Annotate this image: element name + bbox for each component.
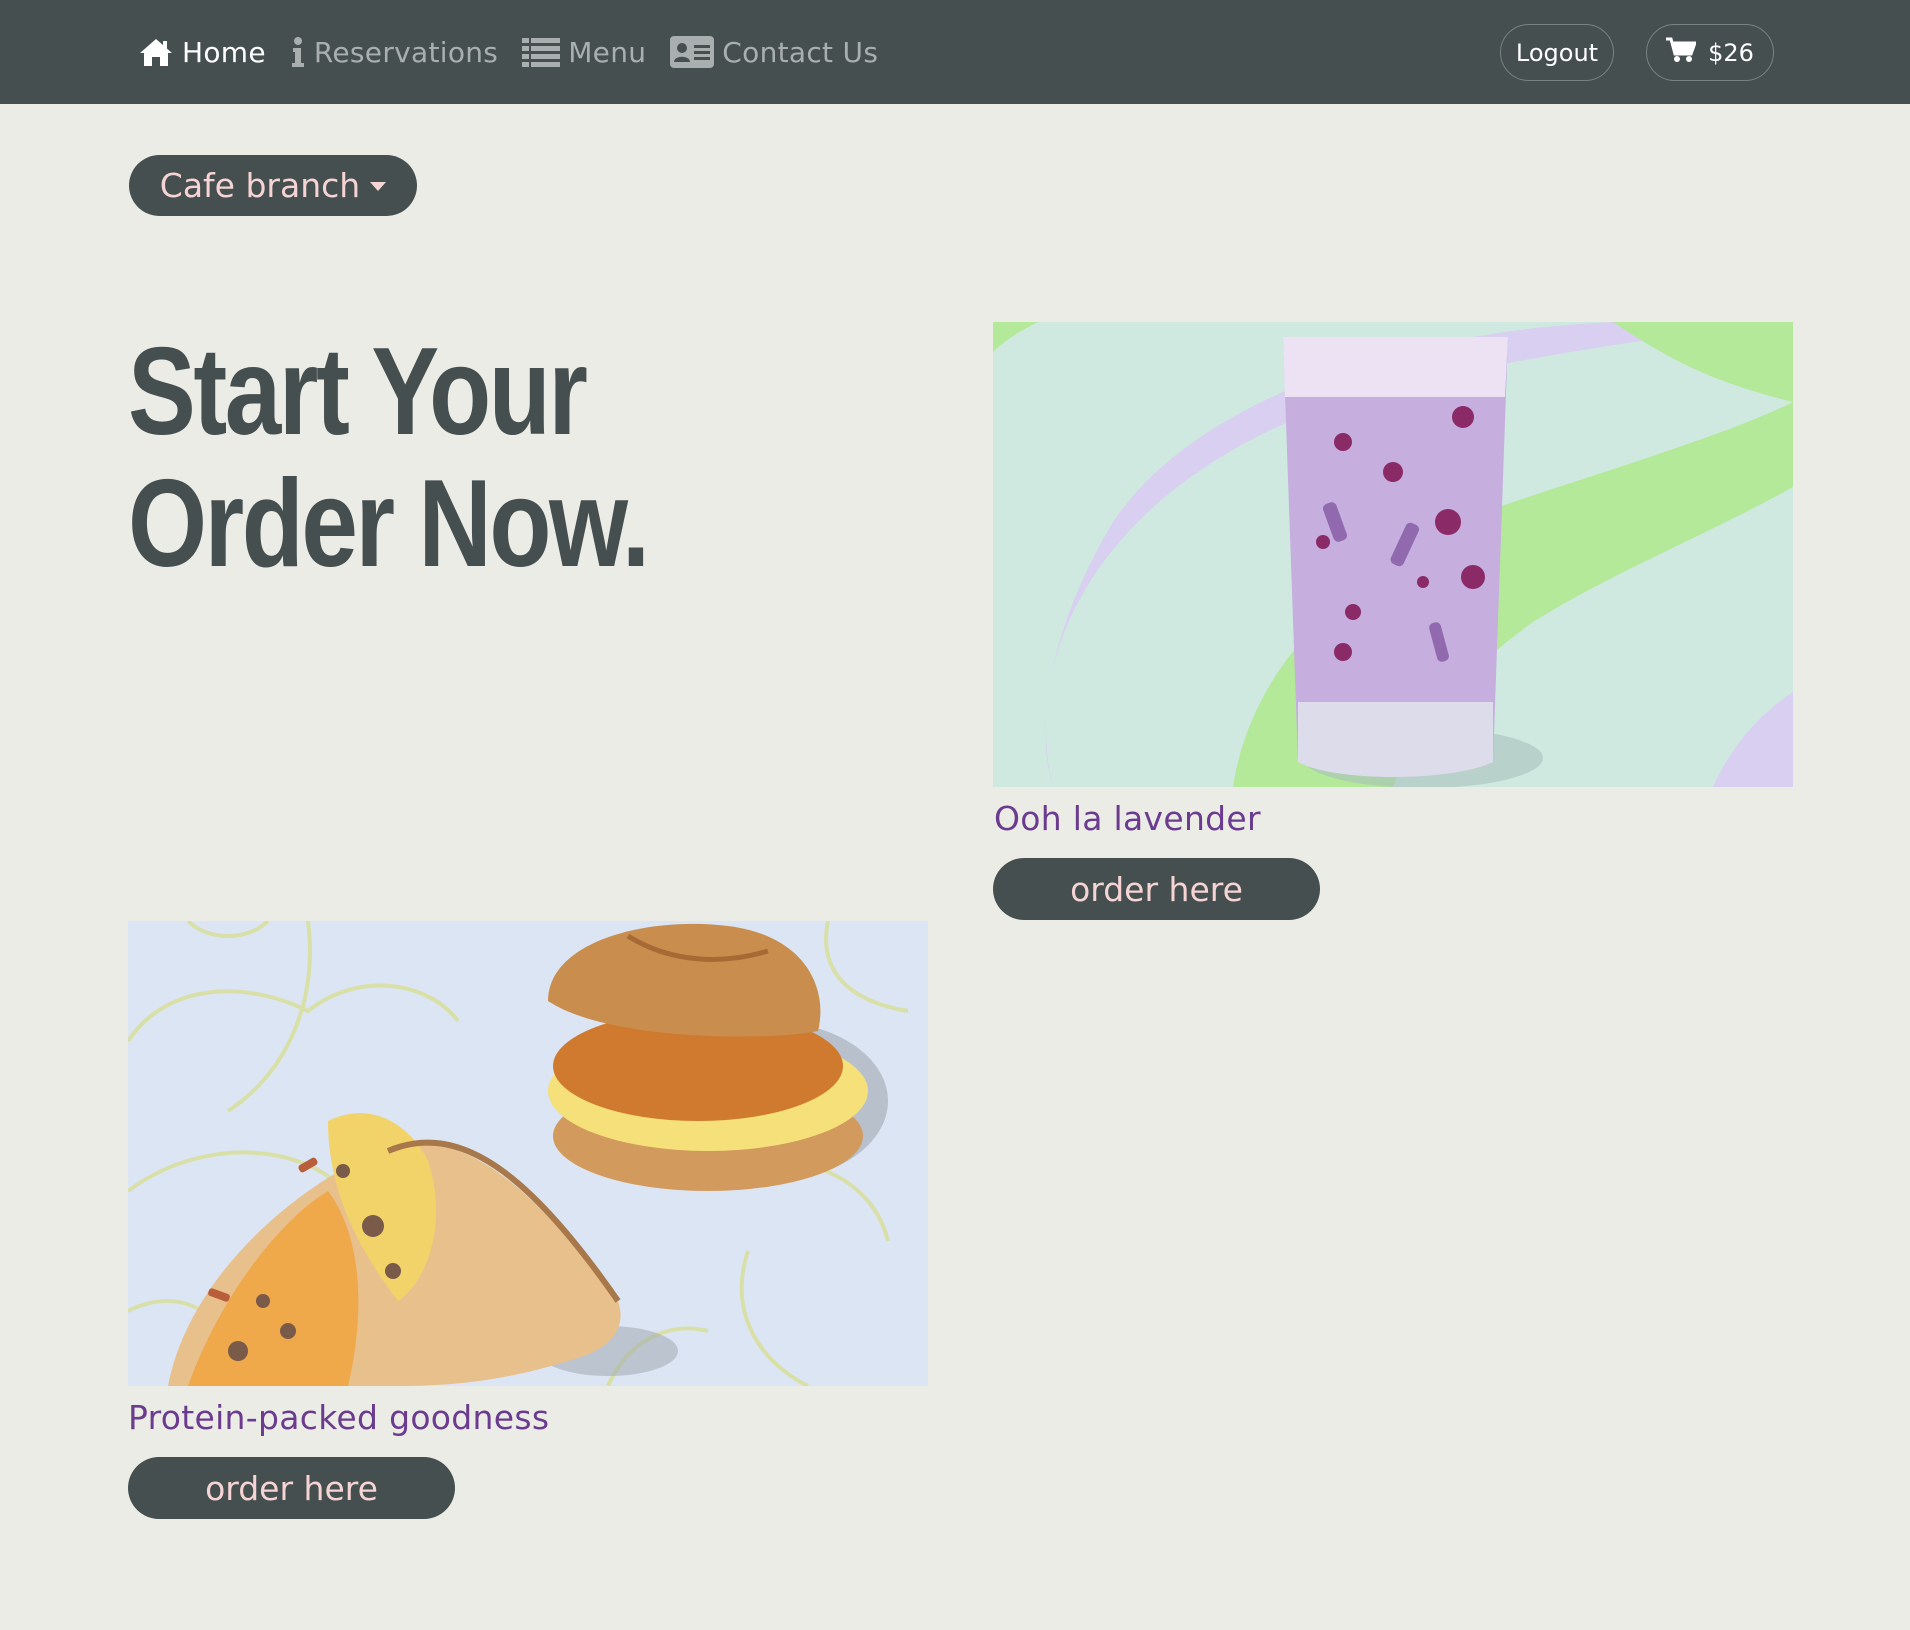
nav-links: Home Reservations Menu Contact Us	[138, 0, 878, 104]
nav-menu[interactable]: Menu	[522, 36, 646, 69]
nav-actions: Logout $26	[1500, 24, 1774, 81]
nav-home-label: Home	[182, 35, 266, 69]
list-icon	[522, 37, 561, 67]
nav-contact-label: Contact Us	[722, 35, 879, 69]
home-icon	[138, 36, 174, 68]
nav-contact[interactable]: Contact Us	[670, 36, 878, 69]
caret-down-icon	[370, 182, 387, 191]
order-here-button[interactable]: order here	[128, 1457, 455, 1519]
info-icon	[290, 36, 306, 68]
breakfast-image	[128, 921, 928, 1386]
card-title: Ooh la lavender	[994, 799, 1261, 838]
cafe-branch-label: Cafe branch	[159, 166, 361, 205]
cart-total: $26	[1708, 38, 1754, 67]
order-here-button[interactable]: order here	[993, 858, 1320, 920]
logout-button[interactable]: Logout	[1500, 24, 1614, 81]
cart-button[interactable]: $26	[1646, 24, 1774, 81]
cafe-branch-dropdown[interactable]: Cafe branch	[129, 155, 417, 216]
nav-menu-label: Menu	[568, 35, 647, 69]
card-title: Protein-packed goodness	[128, 1398, 550, 1437]
lavender-drink-image	[993, 322, 1793, 787]
page-title: Start Your Order Now.	[128, 323, 650, 593]
nav-reservations[interactable]: Reservations	[290, 36, 498, 69]
nav-home[interactable]: Home	[138, 36, 266, 69]
contact-card-icon	[670, 36, 715, 68]
cart-icon	[1666, 37, 1698, 69]
nav-reservations-label: Reservations	[313, 35, 499, 69]
top-navbar: Home Reservations Menu Contact Us Logout	[0, 0, 1910, 104]
